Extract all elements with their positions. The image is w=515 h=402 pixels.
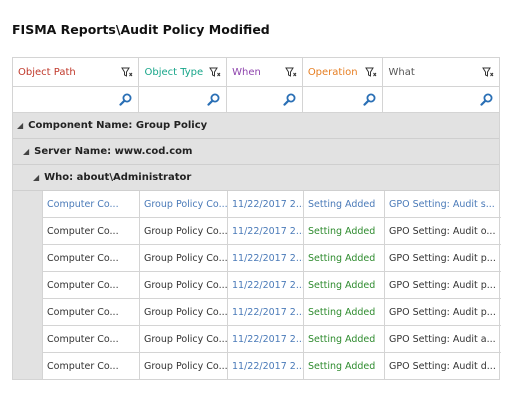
cell-operation[interactable]: Setting Added bbox=[304, 272, 385, 298]
group-row-server[interactable]: ◢ Server Name: www.cod.com bbox=[13, 139, 499, 165]
search-icon[interactable] bbox=[480, 93, 493, 106]
search-icon[interactable] bbox=[363, 93, 376, 106]
column-header-operation[interactable]: Operation bbox=[303, 58, 384, 86]
cell-object-path[interactable]: Computer Co... bbox=[43, 353, 140, 379]
cell-what[interactable]: GPO Setting: Audit p... bbox=[385, 245, 501, 271]
cell-object-type[interactable]: Group Policy Co... bbox=[140, 299, 228, 325]
cell-what[interactable]: GPO Setting: Audit p... bbox=[385, 272, 501, 298]
table-row[interactable]: Computer Co... Group Policy Co... 11/22/… bbox=[43, 245, 501, 272]
group-row-component[interactable]: ◢ Component Name: Group Policy bbox=[13, 113, 499, 139]
group-label: Component Name: Group Policy bbox=[28, 120, 208, 131]
table-row[interactable]: Computer Co... Group Policy Co... 11/22/… bbox=[43, 272, 501, 299]
collapse-arrow-icon[interactable]: ◢ bbox=[17, 121, 23, 130]
filter-icon[interactable] bbox=[121, 67, 133, 78]
cell-object-type[interactable]: Group Policy Co... bbox=[140, 353, 228, 379]
cell-what[interactable]: GPO Setting: Audit o... bbox=[385, 218, 501, 244]
cell-object-path[interactable]: Computer Co... bbox=[43, 299, 140, 325]
cell-when[interactable]: 11/22/2017 2... bbox=[228, 353, 304, 379]
cell-when[interactable]: 11/22/2017 2... bbox=[228, 272, 304, 298]
data-rows: Computer Co... Group Policy Co... 11/22/… bbox=[43, 191, 501, 379]
cell-operation[interactable]: Setting Added bbox=[304, 353, 385, 379]
cell-object-type[interactable]: Group Policy Co... bbox=[140, 272, 228, 298]
cell-what[interactable]: GPO Setting: Audit s... bbox=[385, 191, 501, 217]
cell-object-type[interactable]: Group Policy Co... bbox=[140, 191, 228, 217]
column-header-object-path[interactable]: Object Path bbox=[13, 58, 140, 86]
cell-what[interactable]: GPO Setting: Audit a... bbox=[385, 326, 501, 352]
cell-when[interactable]: 11/22/2017 2... bbox=[228, 299, 304, 325]
filter-cell-object-path[interactable] bbox=[13, 87, 140, 112]
cell-when[interactable]: 11/22/2017 2... bbox=[228, 191, 304, 217]
cell-when[interactable]: 11/22/2017 2... bbox=[228, 326, 304, 352]
filter-cell-when[interactable] bbox=[227, 87, 303, 112]
table-row[interactable]: Computer Co... Group Policy Co... 11/22/… bbox=[43, 353, 501, 379]
table-row[interactable]: Computer Co... Group Policy Co... 11/22/… bbox=[43, 299, 501, 326]
group-row-who[interactable]: ◢ Who: about\Administrator bbox=[13, 165, 499, 191]
search-icon[interactable] bbox=[283, 93, 296, 106]
cell-object-path[interactable]: Computer Co... bbox=[43, 245, 140, 271]
cell-when[interactable]: 11/22/2017 2... bbox=[228, 218, 304, 244]
filter-icon[interactable] bbox=[482, 67, 494, 78]
filter-cell-object-type[interactable] bbox=[139, 87, 228, 112]
search-icon[interactable] bbox=[207, 93, 220, 106]
column-label: Object Path bbox=[18, 66, 76, 78]
table-row[interactable]: Computer Co... Group Policy Co... 11/22/… bbox=[43, 326, 501, 353]
cell-operation[interactable]: Setting Added bbox=[304, 218, 385, 244]
filter-row bbox=[13, 87, 499, 113]
cell-operation[interactable]: Setting Added bbox=[304, 191, 385, 217]
column-label: What bbox=[388, 66, 415, 78]
column-header-when[interactable]: When bbox=[227, 58, 303, 86]
filter-icon[interactable] bbox=[284, 67, 297, 78]
cell-operation[interactable]: Setting Added bbox=[304, 299, 385, 325]
cell-object-type[interactable]: Group Policy Co... bbox=[140, 326, 228, 352]
cell-object-path[interactable]: Computer Co... bbox=[43, 218, 140, 244]
search-icon[interactable] bbox=[119, 93, 132, 106]
cell-object-type[interactable]: Group Policy Co... bbox=[140, 218, 228, 244]
table-row[interactable]: Computer Co... Group Policy Co... 11/22/… bbox=[43, 191, 501, 218]
filter-icon[interactable] bbox=[209, 67, 221, 78]
column-header-object-type[interactable]: Object Type bbox=[139, 58, 228, 86]
cell-what[interactable]: GPO Setting: Audit d... bbox=[385, 353, 501, 379]
cell-operation[interactable]: Setting Added bbox=[304, 245, 385, 271]
page-title: FISMA Reports\Audit Policy Modified bbox=[12, 22, 270, 37]
column-label: Operation bbox=[307, 66, 358, 78]
filter-icon[interactable] bbox=[365, 67, 377, 78]
grid-header: Object Path Object Type When Operation W… bbox=[13, 58, 499, 87]
table-row[interactable]: Computer Co... Group Policy Co... 11/22/… bbox=[43, 218, 501, 245]
cell-object-path[interactable]: Computer Co... bbox=[43, 191, 140, 217]
cell-what[interactable]: GPO Setting: Audit p... bbox=[385, 299, 501, 325]
column-label: Object Type bbox=[144, 66, 204, 78]
cell-when[interactable]: 11/22/2017 2... bbox=[228, 245, 304, 271]
column-label: When bbox=[232, 66, 261, 78]
filter-cell-what[interactable] bbox=[383, 87, 499, 112]
cell-operation[interactable]: Setting Added bbox=[304, 326, 385, 352]
data-section: Computer Co... Group Policy Co... 11/22/… bbox=[13, 191, 501, 379]
cell-object-path[interactable]: Computer Co... bbox=[43, 272, 140, 298]
report-grid: Object Path Object Type When Operation W… bbox=[12, 57, 501, 380]
collapse-arrow-icon[interactable]: ◢ bbox=[33, 173, 39, 182]
cell-object-path[interactable]: Computer Co... bbox=[43, 326, 140, 352]
cell-object-type[interactable]: Group Policy Co... bbox=[140, 245, 228, 271]
collapse-arrow-icon[interactable]: ◢ bbox=[23, 147, 29, 156]
group-label: Server Name: www.cod.com bbox=[34, 146, 193, 157]
group-label: Who: about\Administrator bbox=[44, 172, 192, 183]
column-header-what[interactable]: What bbox=[383, 58, 499, 86]
group-indent bbox=[13, 191, 43, 379]
filter-cell-operation[interactable] bbox=[303, 87, 384, 112]
